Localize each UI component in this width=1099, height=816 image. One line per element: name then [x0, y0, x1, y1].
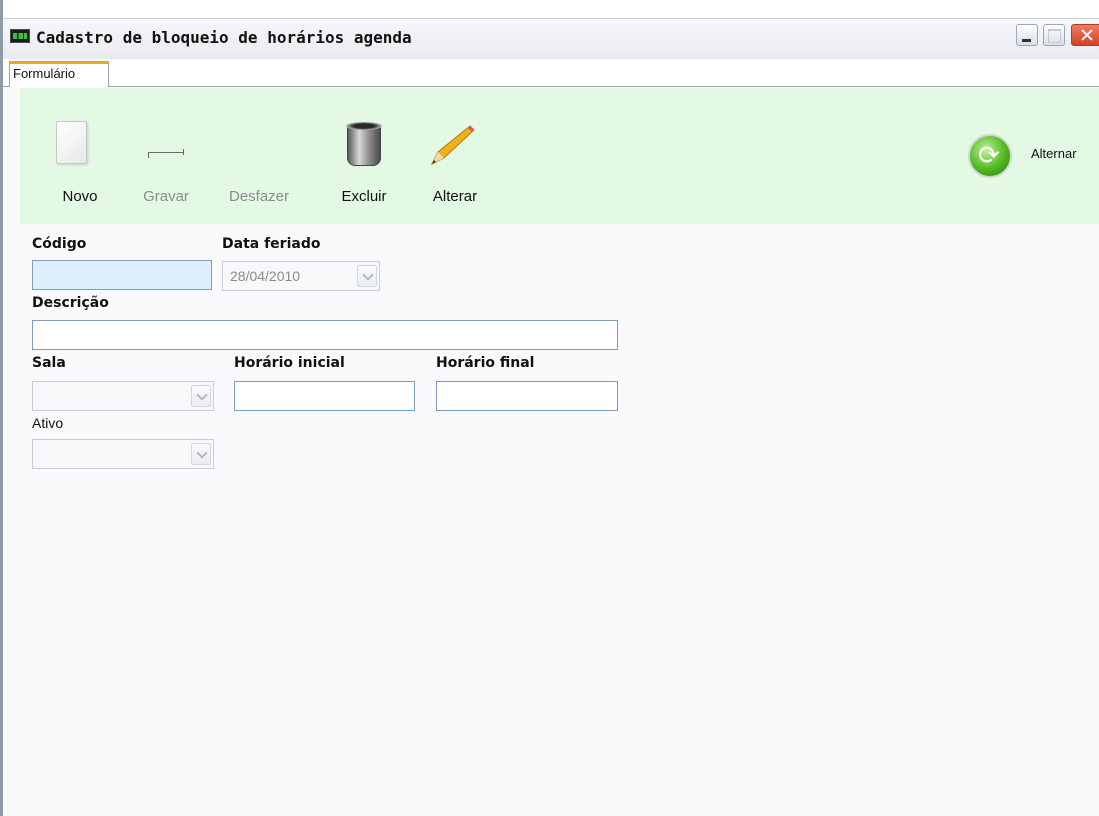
gravar-label: Gravar: [143, 188, 189, 205]
new-document-icon: [56, 121, 87, 164]
chevron-down-icon[interactable]: [357, 265, 377, 287]
descricao-input[interactable]: [32, 320, 618, 350]
trash-bin-icon: [346, 122, 382, 166]
window-title: Cadastro de bloqueio de horários agenda: [36, 28, 412, 47]
chevron-down-icon[interactable]: [191, 443, 211, 465]
alternar-label: Alternar: [1031, 146, 1077, 161]
novo-button[interactable]: Novo: [50, 88, 110, 224]
title-bar: Cadastro de bloqueio de horários agenda: [3, 0, 1099, 59]
chevron-down-icon[interactable]: [191, 385, 211, 407]
codigo-label: Código: [32, 236, 87, 252]
maximize-button[interactable]: [1043, 24, 1065, 46]
alterar-label: Alterar: [432, 188, 478, 205]
descricao-label: Descrição: [32, 295, 109, 311]
ativo-label: Ativo: [32, 415, 64, 431]
excluir-label: Excluir: [341, 188, 387, 205]
novo-label: Novo: [62, 188, 98, 205]
gravar-button[interactable]: Gravar: [130, 88, 202, 224]
tab-formulario[interactable]: Formulário: [9, 61, 109, 87]
toolbar: Novo Gravar Desfazer Excluir Alterar Alt…: [20, 88, 1099, 224]
minimize-button[interactable]: [1016, 24, 1038, 46]
horario-final-input[interactable]: [436, 381, 618, 411]
data-feriado-value: 28/04/2010: [230, 268, 301, 284]
sala-combo[interactable]: [32, 381, 214, 411]
ativo-combo[interactable]: [32, 439, 214, 469]
horario-inicial-label: Horário inicial: [234, 355, 345, 371]
horario-inicial-input[interactable]: [234, 381, 415, 411]
app-window: Cadastro de bloqueio de horários agenda …: [0, 0, 1099, 816]
desfazer-label: Desfazer: [228, 188, 290, 205]
horario-final-label: Horário final: [436, 355, 535, 371]
excluir-button[interactable]: Excluir: [326, 88, 402, 224]
pencil-icon: [430, 125, 475, 166]
close-button[interactable]: [1071, 24, 1099, 46]
alternar-button[interactable]: Alternar: [964, 88, 1099, 224]
tab-strip: Formulário: [3, 59, 1099, 87]
refresh-icon: [968, 134, 1012, 178]
save-icon: [148, 149, 184, 160]
app-monitor-icon: [10, 29, 30, 43]
data-feriado-label: Data feriado: [222, 236, 321, 252]
data-feriado-combo[interactable]: 28/04/2010: [222, 261, 380, 291]
sala-label: Sala: [32, 355, 66, 371]
desfazer-button[interactable]: Desfazer: [216, 88, 302, 224]
alterar-button[interactable]: Alterar: [420, 88, 490, 224]
codigo-input[interactable]: [32, 260, 212, 290]
